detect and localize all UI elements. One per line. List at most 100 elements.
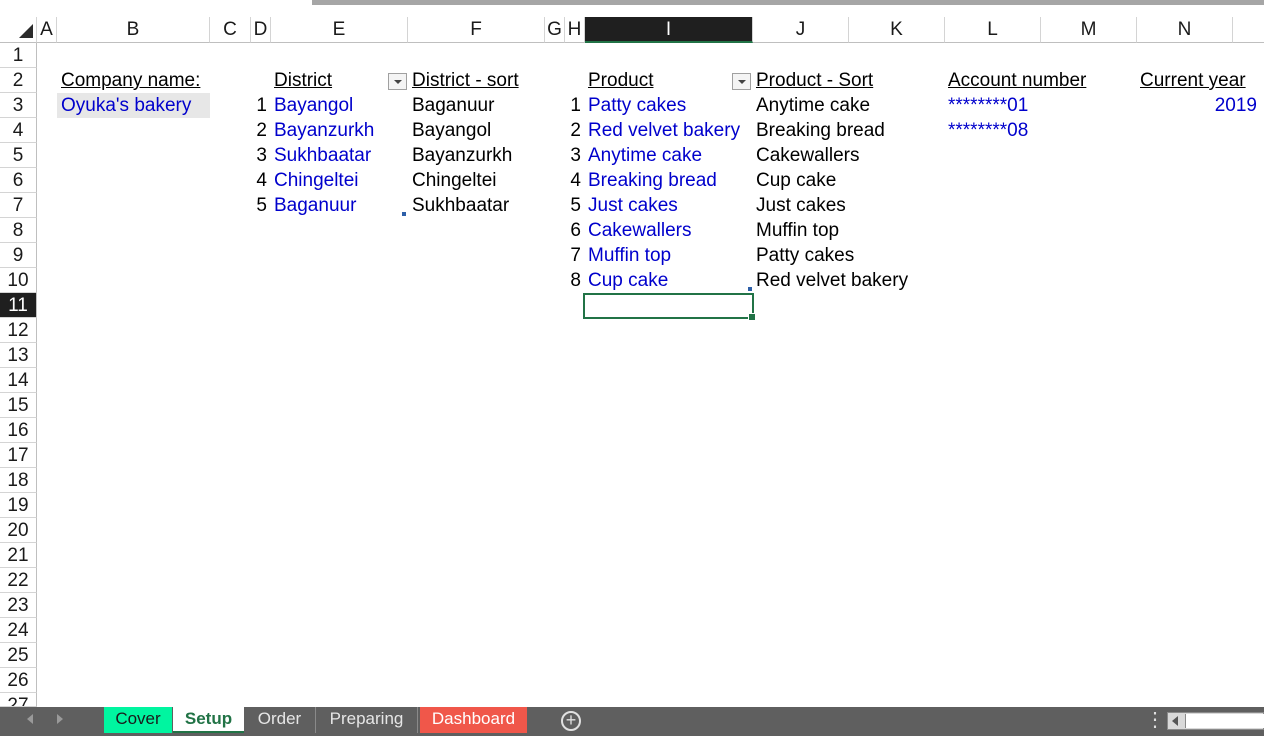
col-header-e[interactable]: E [271, 17, 408, 43]
table-resize-handle[interactable] [748, 287, 752, 291]
product-item[interactable]: Breaking bread [588, 168, 717, 193]
row-header-15[interactable]: 15 [0, 393, 37, 418]
product-item[interactable]: Cup cake [588, 268, 668, 293]
product-number[interactable]: 1 [565, 93, 581, 118]
product-sort-item[interactable]: Cup cake [756, 168, 836, 193]
row-header-11[interactable]: 11 [0, 293, 37, 318]
district-number[interactable]: 4 [251, 168, 267, 193]
district-sort-item[interactable]: Sukhbaatar [412, 193, 509, 218]
scroll-tabs-right-icon[interactable] [57, 714, 63, 724]
product-item[interactable]: Muffin top [588, 243, 671, 268]
tab-setup[interactable]: Setup [173, 707, 244, 733]
scrollbar-thumb[interactable] [1185, 714, 1264, 728]
company-name-label[interactable]: Company name: [61, 68, 200, 93]
product-item[interactable]: Anytime cake [588, 143, 702, 168]
tab-dashboard[interactable]: Dashboard [420, 707, 527, 733]
row-header-24[interactable]: 24 [0, 618, 37, 643]
product-sort-header[interactable]: Product - Sort [756, 68, 873, 93]
select-all-button[interactable] [0, 17, 37, 43]
row-header-19[interactable]: 19 [0, 493, 37, 518]
product-item[interactable]: Just cakes [588, 193, 678, 218]
district-sort-item[interactable]: Baganuur [412, 93, 494, 118]
row-header-21[interactable]: 21 [0, 543, 37, 568]
row-header-7[interactable]: 7 [0, 193, 37, 218]
scroll-left-icon[interactable] [1172, 716, 1178, 726]
row-header-18[interactable]: 18 [0, 468, 37, 493]
row-header-25[interactable]: 25 [0, 643, 37, 668]
horizontal-scrollbar[interactable] [1167, 712, 1264, 730]
district-sort-item[interactable]: Bayanzurkh [412, 143, 512, 168]
row-header-22[interactable]: 22 [0, 568, 37, 593]
product-number[interactable]: 7 [565, 243, 581, 268]
row-header-8[interactable]: 8 [0, 218, 37, 243]
row-header-6[interactable]: 6 [0, 168, 37, 193]
col-header-k[interactable]: K [849, 17, 945, 43]
row-header-1[interactable]: 1 [0, 43, 37, 68]
col-header-h[interactable]: H [565, 17, 585, 43]
row-header-17[interactable]: 17 [0, 443, 37, 468]
current-year-value[interactable]: 2019 [1137, 93, 1257, 118]
product-number[interactable]: 6 [565, 218, 581, 243]
product-number[interactable]: 4 [565, 168, 581, 193]
company-name-value[interactable]: Oyuka's bakery [61, 93, 191, 118]
col-header-j[interactable]: J [753, 17, 849, 43]
district-item[interactable]: Bayanzurkh [274, 118, 374, 143]
product-number[interactable]: 5 [565, 193, 581, 218]
district-item[interactable]: Baganuur [274, 193, 356, 218]
col-header-f[interactable]: F [408, 17, 545, 43]
product-number[interactable]: 3 [565, 143, 581, 168]
row-header-2[interactable]: 2 [0, 68, 37, 93]
account-number-value[interactable]: ********01 [948, 93, 1028, 118]
row-header-5[interactable]: 5 [0, 143, 37, 168]
product-number[interactable]: 2 [565, 118, 581, 143]
col-header-m[interactable]: M [1041, 17, 1137, 43]
district-header[interactable]: District [274, 68, 332, 93]
product-sort-item[interactable]: Patty cakes [756, 243, 854, 268]
district-sort-item[interactable]: Chingeltei [412, 168, 497, 193]
col-header-g[interactable]: G [545, 17, 565, 43]
table-resize-handle[interactable] [402, 212, 406, 216]
product-sort-item[interactable]: Anytime cake [756, 93, 870, 118]
row-header-16[interactable]: 16 [0, 418, 37, 443]
row-header-20[interactable]: 20 [0, 518, 37, 543]
product-header[interactable]: Product [588, 68, 653, 93]
district-item[interactable]: Sukhbaatar [274, 143, 371, 168]
district-sort-header[interactable]: District - sort [412, 68, 519, 93]
district-number[interactable]: 1 [251, 93, 267, 118]
district-sort-item[interactable]: Bayangol [412, 118, 491, 143]
product-number[interactable]: 8 [565, 268, 581, 293]
col-header-n[interactable]: N [1137, 17, 1233, 43]
row-header-27[interactable]: 27 [0, 693, 37, 707]
tab-preparing[interactable]: Preparing [316, 707, 418, 733]
product-sort-item[interactable]: Red velvet bakery [756, 268, 908, 293]
row-header-13[interactable]: 13 [0, 343, 37, 368]
row-header-4[interactable]: 4 [0, 118, 37, 143]
district-number[interactable]: 2 [251, 118, 267, 143]
product-item[interactable]: Cakewallers [588, 218, 691, 243]
more-options-icon[interactable]: ⋮ [1145, 709, 1165, 731]
row-header-26[interactable]: 26 [0, 668, 37, 693]
account-number-header[interactable]: Account number [948, 68, 1086, 93]
add-sheet-button[interactable]: + [561, 711, 581, 731]
col-header-a[interactable]: A [37, 17, 57, 43]
col-header-o[interactable] [1233, 17, 1264, 43]
col-header-d[interactable]: D [251, 17, 271, 43]
product-filter-button[interactable] [732, 73, 751, 90]
district-number[interactable]: 5 [251, 193, 267, 218]
district-item[interactable]: Bayangol [274, 93, 353, 118]
row-header-9[interactable]: 9 [0, 243, 37, 268]
product-sort-item[interactable]: Cakewallers [756, 143, 859, 168]
product-sort-item[interactable]: Muffin top [756, 218, 839, 243]
col-header-b[interactable]: B [57, 17, 210, 43]
row-header-12[interactable]: 12 [0, 318, 37, 343]
fill-handle[interactable] [748, 313, 756, 321]
col-header-l[interactable]: L [945, 17, 1041, 43]
account-number-value[interactable]: ********08 [948, 118, 1028, 143]
product-sort-item[interactable]: Breaking bread [756, 118, 885, 143]
product-sort-item[interactable]: Just cakes [756, 193, 846, 218]
district-number[interactable]: 3 [251, 143, 267, 168]
district-item[interactable]: Chingeltei [274, 168, 359, 193]
row-header-14[interactable]: 14 [0, 368, 37, 393]
product-item[interactable]: Red velvet bakery [588, 118, 740, 143]
district-filter-button[interactable] [388, 73, 407, 90]
